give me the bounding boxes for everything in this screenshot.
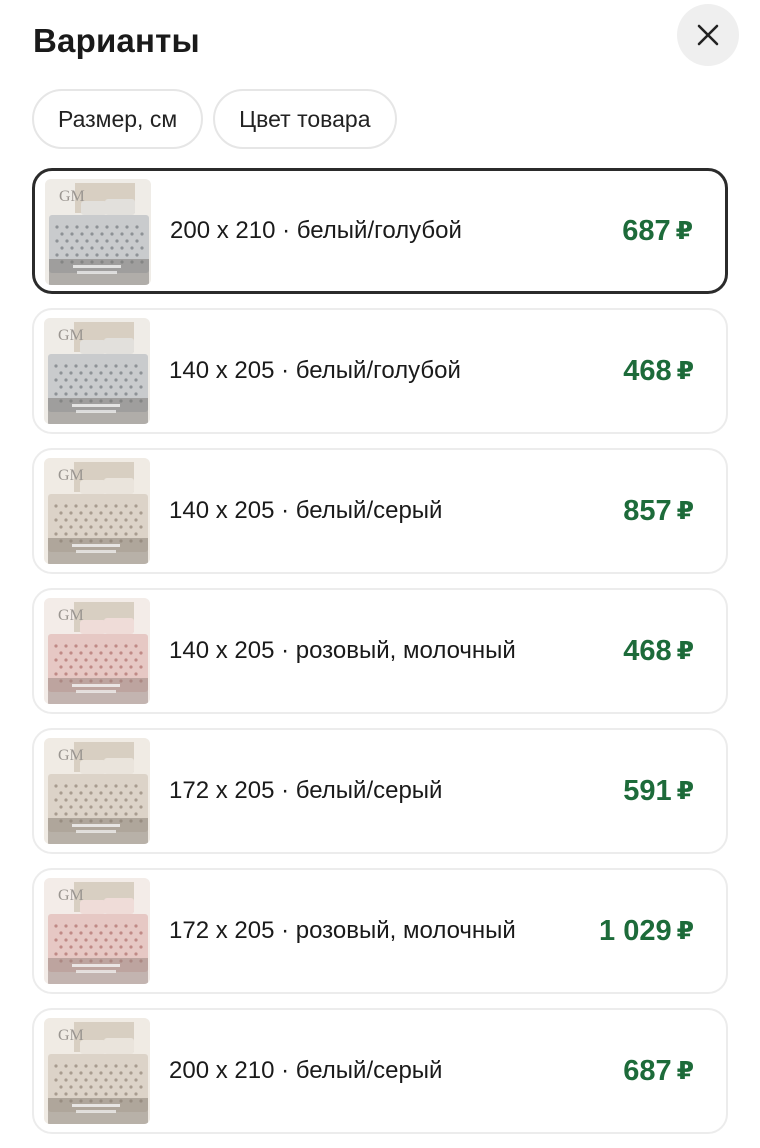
variant-card[interactable]: GM 200 x 210 · белый/серый 687 ₽ [32, 1008, 728, 1134]
currency-symbol: ₽ [676, 917, 694, 945]
variant-card[interactable]: GM 140 x 205 · белый/серый 857 ₽ [32, 448, 728, 574]
svg-text:GM: GM [58, 467, 84, 484]
svg-text:GM: GM [58, 327, 84, 344]
variant-card[interactable]: GM 172 x 205 · розовый, молочный 1 029 ₽ [32, 868, 728, 994]
svg-text:GM: GM [59, 188, 85, 205]
product-thumbnail: GM [45, 179, 151, 285]
filter-chip-size[interactable]: Размер, см [32, 89, 204, 149]
product-thumbnail: GM [44, 598, 150, 704]
currency-symbol: ₽ [676, 1057, 694, 1085]
variant-card[interactable]: GM 140 x 205 · розовый, молочный 468 ₽ [32, 588, 728, 714]
currency-symbol: ₽ [676, 637, 694, 665]
price-value: 468 [623, 354, 672, 387]
variant-price: 468 ₽ [623, 590, 694, 712]
price-value: 591 [623, 774, 672, 807]
variant-label: 172 x 205 · розовый, молочный [169, 917, 516, 944]
variant-price: 468 ₽ [623, 310, 694, 432]
svg-text:GM: GM [58, 607, 84, 624]
price-value: 687 [623, 1054, 672, 1087]
close-icon [697, 24, 719, 46]
variant-card[interactable]: GM 200 x 210 · белый/голубой 687 ₽ [32, 168, 728, 294]
variant-label: 140 x 205 · белый/серый [169, 497, 443, 524]
currency-symbol: ₽ [676, 777, 694, 805]
price-value: 687 [622, 214, 671, 247]
price-value: 468 [623, 634, 672, 667]
price-value: 1 029 [599, 914, 672, 947]
svg-text:GM: GM [58, 747, 84, 764]
variant-label: 172 x 205 · белый/серый [169, 777, 443, 804]
variant-label: 140 x 205 · белый/голубой [169, 357, 461, 384]
variant-price: 687 ₽ [622, 171, 693, 291]
page-title: Варианты [33, 22, 200, 59]
variant-label: 200 x 210 · белый/серый [169, 1057, 443, 1084]
product-thumbnail: GM [44, 318, 150, 424]
header: Варианты [0, 0, 760, 90]
variant-label: 140 x 205 · розовый, молочный [169, 637, 516, 664]
variant-card[interactable]: GM 140 x 205 · белый/голубой 468 ₽ [32, 308, 728, 434]
svg-text:GM: GM [58, 1027, 84, 1044]
variant-label: 200 x 210 · белый/голубой [170, 217, 462, 244]
variant-price: 687 ₽ [623, 1010, 694, 1132]
currency-symbol: ₽ [675, 217, 693, 245]
currency-symbol: ₽ [676, 357, 694, 385]
variant-list: GM 200 x 210 · белый/голубой 687 ₽ GM 140… [32, 168, 728, 1148]
filter-chips: Размер, см Цвет товара [32, 89, 397, 149]
product-thumbnail: GM [44, 878, 150, 984]
svg-text:GM: GM [58, 887, 84, 904]
variant-price: 857 ₽ [623, 450, 694, 572]
close-button[interactable] [677, 4, 739, 66]
variant-price: 1 029 ₽ [599, 870, 694, 992]
price-value: 857 [623, 494, 672, 527]
product-thumbnail: GM [44, 738, 150, 844]
product-thumbnail: GM [44, 1018, 150, 1124]
product-thumbnail: GM [44, 458, 150, 564]
variant-price: 591 ₽ [623, 730, 694, 852]
variant-card[interactable]: GM 172 x 205 · белый/серый 591 ₽ [32, 728, 728, 854]
filter-chip-color[interactable]: Цвет товара [213, 89, 397, 149]
currency-symbol: ₽ [676, 497, 694, 525]
